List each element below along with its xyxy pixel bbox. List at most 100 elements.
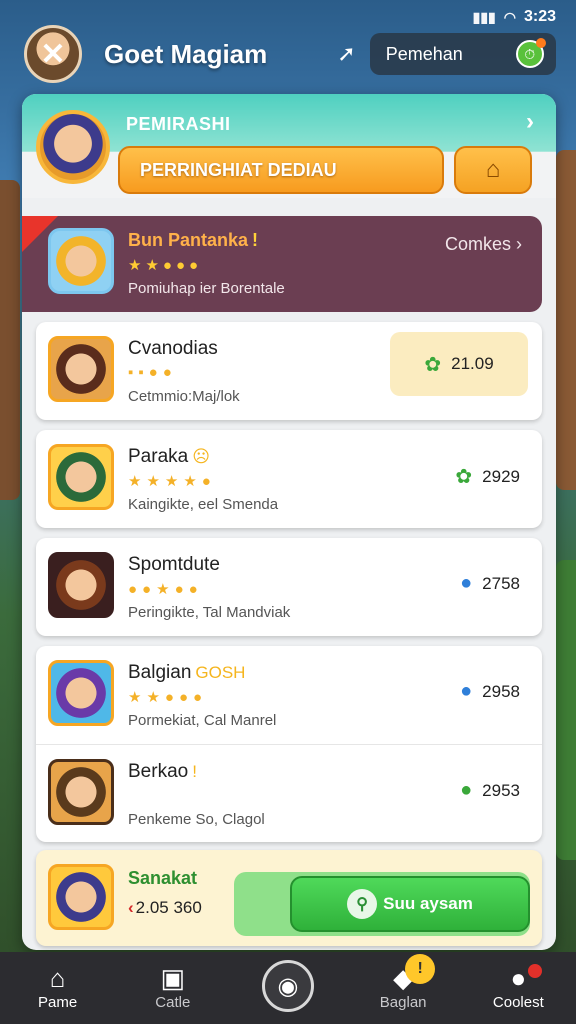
player-score-value: 2929 (482, 466, 520, 486)
player-description: Peringikte, Tal Mandviak (128, 604, 291, 621)
player-name-text: Spomtdute (128, 554, 220, 575)
current-player-card[interactable]: Sanakat ‹ 2.05 360 ⚲ Suu aysam (36, 850, 542, 946)
hero-avatar[interactable] (36, 110, 110, 184)
badge-icon: ☹ (192, 447, 210, 466)
home-icon: ⌂ (49, 962, 66, 993)
player-score: ● 2758 (460, 572, 520, 595)
list-item[interactable]: Spomtdute ●●★●● Peringikte, Tal Mandviak… (36, 538, 542, 636)
chevron-right-icon[interactable]: › (526, 108, 534, 136)
featured-link-label: Comkes (444, 234, 511, 254)
card-icon: ▣ (160, 962, 186, 993)
list-item[interactable]: Paraka ☹ ★★★★● Kaingikte, eel Smenda ✿ 29… (36, 430, 542, 528)
player-stars: ●●★●● (128, 581, 203, 598)
player-avatar (48, 759, 114, 825)
list-item[interactable]: Balgian GOSH ★★●●● Pormekiat, Cal Manrel … (36, 646, 542, 744)
current-player-value: ‹ 2.05 360 (128, 898, 202, 918)
player-name-text: Paraka (128, 446, 189, 467)
player-avatar (48, 552, 114, 618)
close-icon: ✕ (40, 37, 66, 71)
player-stars: ★★●●● (128, 689, 208, 706)
player-description: Kaingikte, eel Smenda (128, 496, 279, 513)
person-icon: ● (510, 962, 527, 993)
player-name: Cvanodias (128, 338, 218, 360)
player-score-value: 2758 (482, 573, 520, 593)
person-icon: ● (460, 572, 473, 594)
featured-avatar (48, 228, 114, 294)
list-card[interactable]: Balgian GOSH ★★●●● Pormekiat, Cal Manrel … (36, 646, 542, 842)
top-pill-label: Pemehan (385, 43, 463, 64)
featured-player-card[interactable]: Bun Pantanka! ★★●●● Pomiuhap ier Borenta… (22, 216, 542, 312)
notification-badge: ! (405, 954, 436, 984)
background-house-left (0, 180, 20, 500)
current-player-name: Sanakat (128, 868, 198, 888)
player-avatar (48, 660, 114, 726)
current-player-avatar (48, 864, 114, 930)
player-name: Paraka ☹ (128, 446, 210, 468)
player-name: Spomtdute (128, 554, 220, 576)
home-button[interactable]: ⌂ (454, 146, 532, 194)
primary-orange-button[interactable]: PERRINGHIAT DEDIAU (118, 146, 444, 194)
nav-item-cards[interactable]: ▣ Catle (123, 962, 223, 1012)
close-avatar-button[interactable]: ✕ (24, 25, 82, 83)
player-score: ✿ 21.09 (390, 332, 528, 396)
list-item[interactable]: Cvanodias ▪▪●● Cetmmio:Maj/lok ✿ 21.09 (36, 322, 542, 420)
player-score: ✿ 2929 (455, 464, 520, 489)
player-name-text: Balgian (128, 662, 192, 683)
badge-icon: ! (192, 762, 197, 781)
notification-dot (528, 964, 543, 978)
nav-label: Catle (155, 994, 191, 1011)
nav-item-contest[interactable]: ● Coolest (468, 962, 568, 1012)
green-action-button[interactable]: ⚲ Suu aysam (290, 876, 530, 932)
featured-name-text: Bun Pantanka (128, 230, 249, 250)
app-title: Goet Magiam (104, 38, 268, 69)
person-icon: ● (460, 680, 473, 702)
bottom-nav: ⌂ Pame ▣ Catle ◉ ◆ ! Baglan ● Coolest (0, 952, 576, 1024)
player-list: Cvanodias ▪▪●● Cetmmio:Maj/lok ✿ 21.09 P… (36, 322, 542, 852)
panel-header: PEMIRASHI › PERRINGHIAT DEDIAU ⌂ (22, 94, 556, 198)
background-house-right (556, 150, 576, 490)
panel-title: PEMIRASHI (126, 114, 231, 134)
player-description: Penkeme So, Clagol (128, 811, 265, 828)
nav-label: Coolest (492, 994, 544, 1011)
background-tree-right (556, 560, 576, 860)
player-avatar (48, 336, 114, 402)
timer-icon: ⏱ (515, 38, 546, 68)
nav-item-bag[interactable]: ◆ ! Baglan (353, 954, 453, 1011)
player-avatar (48, 444, 114, 510)
top-pill-button[interactable]: Pemehan ⏱ (369, 33, 556, 75)
badge-icon: GOSH (195, 663, 246, 682)
list-item[interactable]: Berkao! Penkeme So, Clagol ● 2953 (36, 744, 542, 842)
list-card[interactable]: Spomtdute ●●★●● Peringikte, Tal Mandviak… (36, 538, 542, 636)
home-icon: ⌂ (485, 156, 501, 183)
featured-link[interactable]: Comkes › (445, 234, 522, 255)
player-name-text: Berkao (128, 761, 189, 782)
share-icon[interactable]: ➚ (337, 41, 355, 67)
main-panel: PEMIRASHI › PERRINGHIAT DEDIAU ⌂ Bun Pan… (22, 94, 556, 950)
nav-label: Baglan (379, 994, 427, 1011)
featured-stars: ★★●●● (128, 257, 203, 274)
featured-name: Bun Pantanka! (128, 230, 258, 251)
top-bar: ✕ Goet Magiam ➚ Pemehan ⏱ (24, 22, 560, 86)
player-score: ● 2958 (460, 680, 520, 703)
green-action-button-label: Suu aysam (383, 894, 473, 913)
featured-description: Pomiuhap ier Borentale (128, 280, 285, 297)
player-description: Pormekiat, Cal Manrel (128, 712, 277, 729)
player-name-text: Cvanodias (128, 338, 218, 359)
player-stars: ★★★★● (128, 473, 216, 490)
search-icon: ⚲ (347, 889, 378, 919)
profile-icon: ◉ (261, 960, 314, 1012)
current-player-value-text: 2.05 360 (135, 898, 202, 917)
player-score-value: 2958 (482, 681, 520, 701)
nav-label: Pame (38, 994, 78, 1011)
featured-badge-icon: ! (252, 230, 259, 250)
gear-icon: ✿ (455, 466, 473, 488)
chevron-left-icon: ‹ (128, 898, 134, 917)
list-card[interactable]: Cvanodias ▪▪●● Cetmmio:Maj/lok ✿ 21.09 (36, 322, 542, 420)
player-score-value: 21.09 (451, 354, 494, 373)
list-card[interactable]: Paraka ☹ ★★★★● Kaingikte, eel Smenda ✿ 29… (36, 430, 542, 528)
nav-item-profile[interactable]: ◉ (238, 960, 338, 1012)
chat-icon: ● (460, 779, 473, 801)
nav-item-home[interactable]: ⌂ Pame (8, 962, 108, 1012)
player-name: Balgian GOSH (128, 662, 245, 684)
gear-icon: ✿ (424, 353, 442, 376)
